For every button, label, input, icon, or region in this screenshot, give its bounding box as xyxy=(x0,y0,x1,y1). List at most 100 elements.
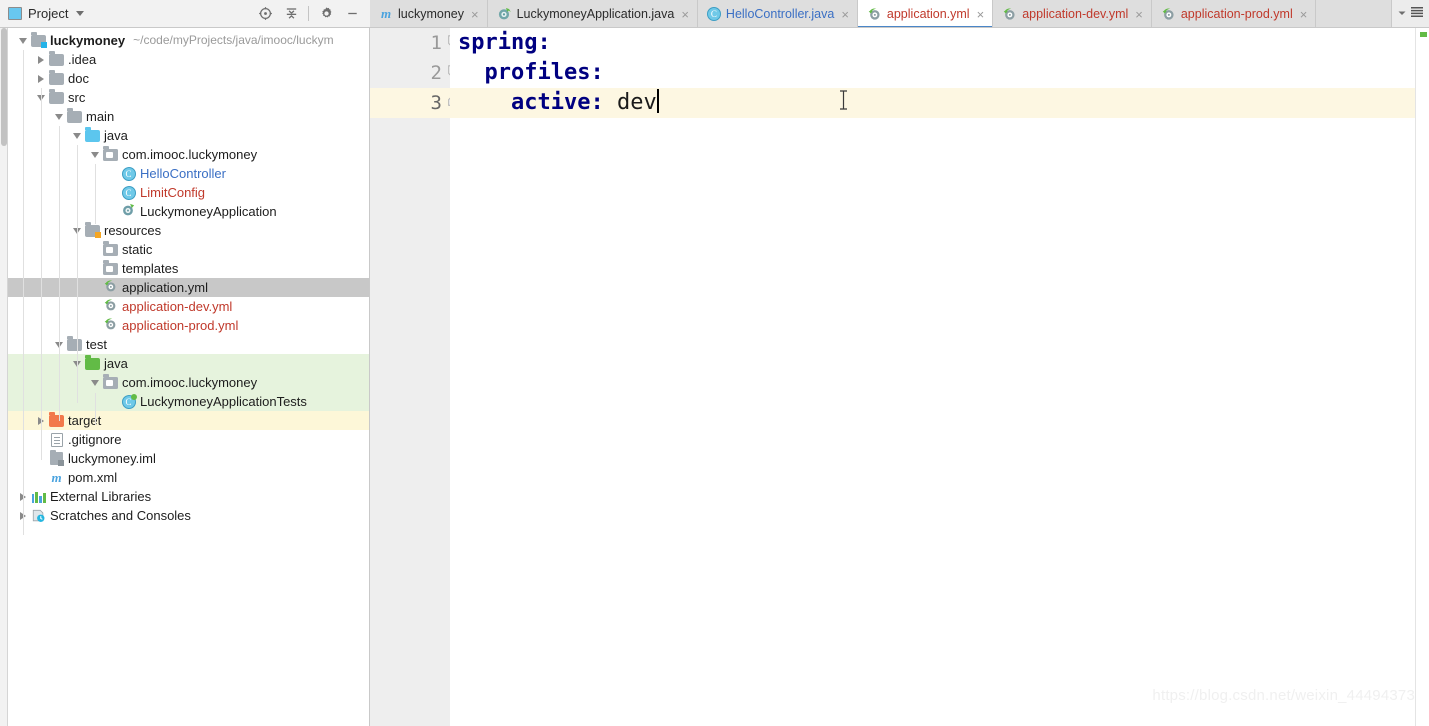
libraries-icon xyxy=(31,491,46,503)
resources-folder-icon xyxy=(85,222,101,238)
project-panel-icon xyxy=(8,7,22,20)
tree-node-label: luckymoney xyxy=(50,33,126,48)
tree-row[interactable]: luckymoney ~/code/myProjects/java/imooc/l… xyxy=(8,31,369,50)
folder-gray-icon xyxy=(49,89,64,104)
tree-row[interactable]: src xyxy=(8,88,369,107)
tree-node-icon xyxy=(48,51,65,66)
tree-row[interactable]: test xyxy=(8,335,369,354)
tab-close-icon[interactable]: × xyxy=(681,8,689,21)
tab-menu-icon[interactable] xyxy=(1410,5,1424,23)
editor-gutter[interactable]: 1 2 3 xyxy=(370,28,459,726)
tree-row[interactable]: .gitignore xyxy=(8,430,369,449)
minimize-icon[interactable] xyxy=(340,3,364,25)
tree-row[interactable]: LuckymoneyApplication xyxy=(8,202,369,221)
project-tree-scroll-track[interactable] xyxy=(364,28,369,726)
tree-row[interactable]: doc xyxy=(8,69,369,88)
editor-tab-application-yml[interactable]: application.yml × xyxy=(857,0,994,27)
tab-strip-filler xyxy=(1316,0,1392,27)
tab-close-icon[interactable]: × xyxy=(1300,8,1308,21)
editor-tab-luckymoney[interactable]: m luckymoney × xyxy=(370,0,488,27)
tree-row[interactable]: Scratches and Consoles xyxy=(8,506,369,525)
tab-close-icon[interactable]: × xyxy=(977,8,985,21)
tree-row[interactable]: application.yml xyxy=(8,278,369,297)
tree-node-icon xyxy=(84,222,101,238)
tree-node-icon xyxy=(66,108,83,123)
collapse-all-icon[interactable] xyxy=(279,3,303,25)
tree-node-label: .gitignore xyxy=(68,432,122,447)
project-panel-toolbar xyxy=(253,0,364,27)
tree-expander-placeholder xyxy=(88,259,102,278)
tree-node-label: test xyxy=(86,337,107,352)
tree-node-label: java xyxy=(104,356,128,371)
scrollbar-thumb[interactable] xyxy=(1,28,7,146)
tree-row[interactable]: main xyxy=(8,107,369,126)
locate-in-tree-icon[interactable] xyxy=(253,3,277,25)
tree-expand-arrow-icon[interactable] xyxy=(34,50,48,69)
tree-row[interactable]: C LuckymoneyApplicationTests xyxy=(8,392,369,411)
tree-node-icon xyxy=(102,241,119,256)
tree-expander-placeholder xyxy=(106,392,120,411)
tree-node-label: application-dev.yml xyxy=(122,299,233,314)
maven-icon: m xyxy=(51,469,62,485)
spring-yaml-icon xyxy=(103,279,118,296)
tree-row[interactable]: C HelloController xyxy=(8,164,369,183)
tree-row[interactable]: java xyxy=(8,354,369,373)
editor-marker-rail[interactable] xyxy=(1415,28,1429,726)
tree-node-icon xyxy=(48,449,65,466)
package-icon xyxy=(103,260,118,275)
tree-collapse-arrow-icon[interactable] xyxy=(88,145,102,164)
tree-node-label: LuckymoneyApplication xyxy=(140,204,277,219)
tree-node-label: application-prod.yml xyxy=(122,318,239,333)
tree-row[interactable]: static xyxy=(8,240,369,259)
tree-node-icon: C xyxy=(120,185,137,200)
tree-row[interactable]: application-dev.yml xyxy=(8,297,369,316)
gear-icon[interactable] xyxy=(314,3,338,25)
tab-list-dropdown-icon[interactable] xyxy=(1397,5,1407,23)
project-tree: luckymoney ~/code/myProjects/java/imooc/l… xyxy=(8,28,369,535)
tab-label: luckymoney xyxy=(398,6,464,21)
chevron-down-icon[interactable] xyxy=(76,11,85,16)
editor-tab-application-dev-yml[interactable]: application-dev.yml × xyxy=(993,0,1152,27)
tree-row[interactable]: resources xyxy=(8,221,369,240)
text-caret xyxy=(656,89,659,113)
tree-expander-placeholder xyxy=(88,316,102,335)
tree-node-icon xyxy=(66,336,83,351)
tree-collapse-arrow-icon[interactable] xyxy=(88,373,102,392)
tree-row[interactable]: .idea xyxy=(8,50,369,69)
tree-collapse-arrow-icon[interactable] xyxy=(52,107,66,126)
tree-collapse-arrow-icon[interactable] xyxy=(16,31,30,50)
tree-row[interactable]: target xyxy=(8,411,369,430)
vcs-change-marker xyxy=(1420,32,1427,37)
tree-node-label: .idea xyxy=(68,52,97,67)
tree-node-path: ~/code/myProjects/java/imooc/luckym xyxy=(133,33,334,47)
project-panel-scrollbar[interactable] xyxy=(0,28,8,726)
editor-tab-application-prod-yml[interactable]: application-prod.yml × xyxy=(1151,0,1317,27)
tab-close-icon[interactable]: × xyxy=(471,8,479,21)
tree-row[interactable]: templates xyxy=(8,259,369,278)
tree-expander-placeholder xyxy=(34,468,48,487)
tree-row[interactable]: java xyxy=(8,126,369,145)
editor-tab-luckymoneyapplication[interactable]: LuckymoneyApplication.java × xyxy=(487,0,698,27)
tab-label: application-prod.yml xyxy=(1180,6,1293,21)
project-tree-panel: luckymoney ~/code/myProjects/java/imooc/l… xyxy=(8,28,370,726)
project-panel-title-group[interactable]: Project xyxy=(8,6,85,21)
tree-row[interactable]: luckymoney.iml xyxy=(8,449,369,468)
yaml-key: active xyxy=(510,90,591,115)
code-text-area[interactable]: spring: profiles: active: dev xyxy=(450,28,1415,726)
tree-row[interactable]: application-prod.yml xyxy=(8,316,369,335)
package-icon xyxy=(103,374,118,389)
java-class-icon: C xyxy=(706,7,721,21)
tree-expand-arrow-icon[interactable] xyxy=(34,69,48,88)
tab-close-icon[interactable]: × xyxy=(1135,8,1143,21)
tree-row[interactable]: C LimitConfig xyxy=(8,183,369,202)
tree-row[interactable]: External Libraries xyxy=(8,487,369,506)
tab-close-icon[interactable]: × xyxy=(841,8,849,21)
project-panel-header: Project xyxy=(0,0,370,28)
tree-node-label: com.imooc.luckymoney xyxy=(122,375,258,390)
tree-row[interactable]: com.imooc.luckymoney xyxy=(8,373,369,392)
tree-collapse-arrow-icon[interactable] xyxy=(70,126,84,145)
tree-row[interactable]: m pom.xml xyxy=(8,468,369,487)
editor-tab-hellocontroller[interactable]: C HelloController.java × xyxy=(697,0,858,27)
tree-expander-placeholder xyxy=(88,240,102,259)
tree-row[interactable]: com.imooc.luckymoney xyxy=(8,145,369,164)
